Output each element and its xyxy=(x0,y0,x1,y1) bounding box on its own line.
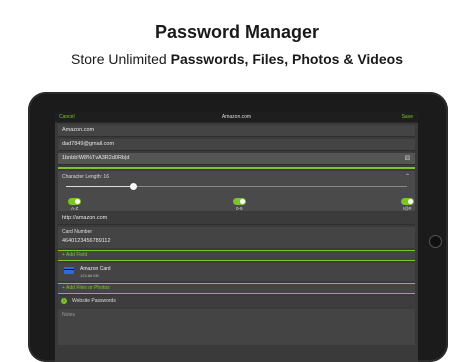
credit-card-icon xyxy=(64,267,74,274)
add-field-button[interactable]: + Add Field xyxy=(58,250,415,261)
card-number-field[interactable]: Card Number 4640123456789112 xyxy=(58,227,415,248)
chevron-up-icon[interactable]: ⌃ xyxy=(405,173,410,180)
card-number-label: Card Number xyxy=(62,229,93,235)
toggle-uppercase-label: A-Z xyxy=(71,206,79,211)
name-field[interactable]: Amazon.com xyxy=(58,125,415,137)
focus-underline xyxy=(58,167,415,169)
username-field[interactable]: dad7849@gmail.com xyxy=(58,139,415,151)
headline: Password Manager xyxy=(154,22,320,42)
add-files-button[interactable]: + Add Files or Photos xyxy=(58,283,415,294)
chevron-right-icon: › xyxy=(61,298,67,304)
toggle-symbols-label: !@# xyxy=(403,206,412,211)
password-generator-panel: Character Length: 16 ⌃ A-Z 0-9 !@# xyxy=(58,171,415,211)
toggle-digits-label: 0-9 xyxy=(236,206,243,211)
attachment-name: Amazon Card xyxy=(80,266,111,272)
length-slider-fill xyxy=(66,186,133,187)
folder-label: Website Passwords xyxy=(72,298,116,304)
attachment-size: 124.66 KB xyxy=(80,273,99,278)
app-screen: Cancel Amazon.com Save Amazon.com dad784… xyxy=(55,112,418,362)
toggle-symbols[interactable] xyxy=(401,198,414,205)
save-button[interactable]: Save xyxy=(402,114,413,120)
card-number-value: 4640123456789112 xyxy=(62,238,111,244)
home-button xyxy=(429,235,442,248)
character-length-label: Character Length: 16 xyxy=(62,174,109,180)
attachment-item[interactable]: Amazon Card 124.66 KB xyxy=(58,263,415,281)
password-value: 1bnbb!W8%TvA3R2d0Rb|d xyxy=(62,155,130,161)
notes-field[interactable]: Notes xyxy=(58,309,415,345)
notes-placeholder: Notes xyxy=(62,312,76,318)
dice-icon[interactable]: ⚄ xyxy=(405,154,410,165)
length-slider-thumb[interactable] xyxy=(130,183,137,190)
nav-title: Amazon.com xyxy=(221,114,252,120)
nav-bar: Cancel Amazon.com Save xyxy=(55,112,418,123)
folder-selector[interactable]: › Website Passwords xyxy=(58,296,415,307)
password-field[interactable]: 1bnbb!W8%TvA3R2d0Rb|d ⚄ xyxy=(58,153,415,165)
toggle-digits[interactable] xyxy=(233,198,246,205)
website-field[interactable]: http://amazon.com xyxy=(58,213,415,225)
subtitle: Store Unlimited Passwords, Files, Photos… xyxy=(71,51,403,67)
toggle-uppercase[interactable] xyxy=(68,198,81,205)
